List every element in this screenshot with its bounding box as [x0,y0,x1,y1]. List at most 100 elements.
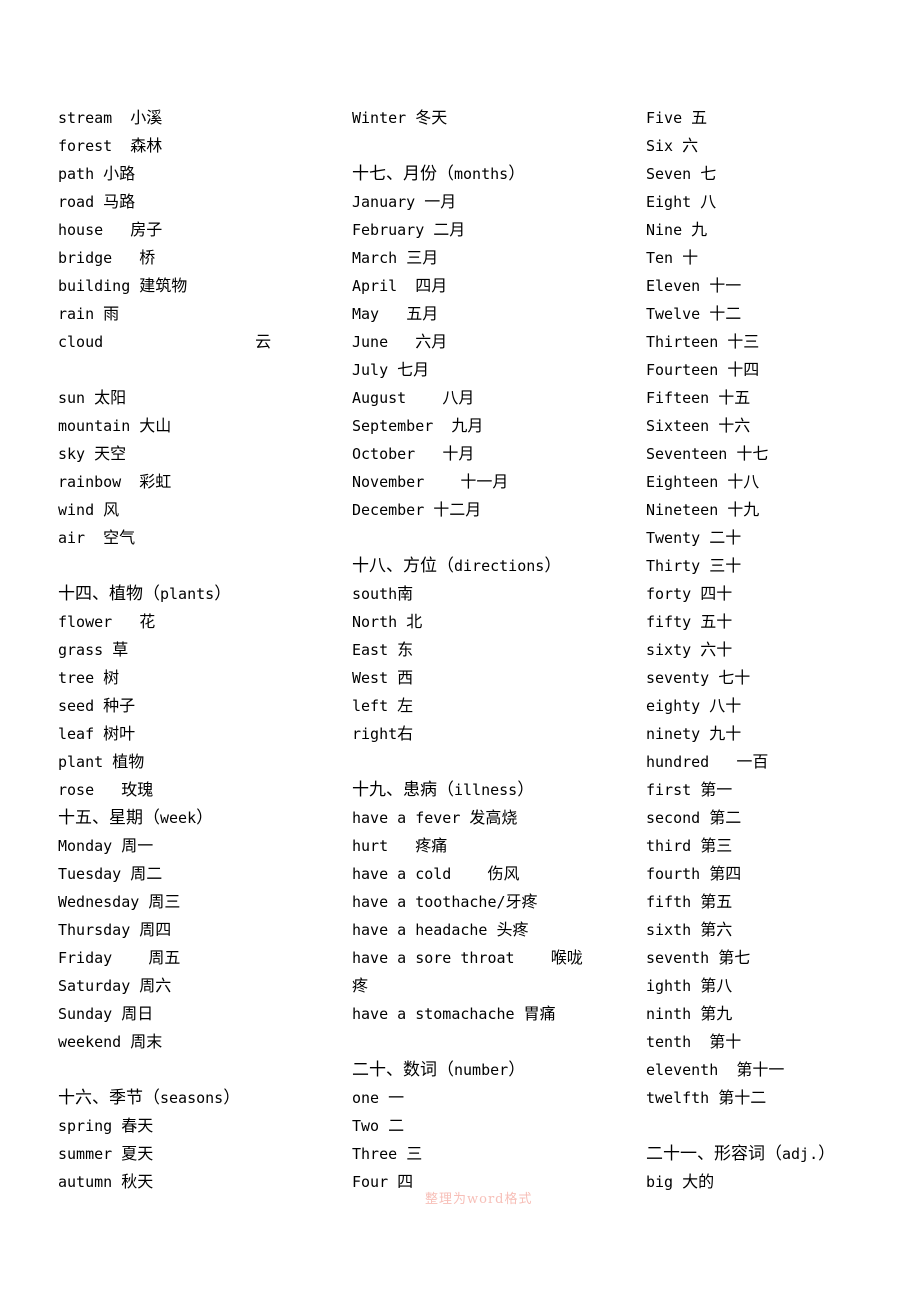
vocab-entry: big 大的 [646,1168,918,1196]
vocab-gap [718,333,727,351]
vocab-gap [94,725,103,743]
vocab-translation: 第十 [709,1032,742,1051]
vocab-translation: 周三 [148,892,181,911]
vocab-entry: West 西 [352,664,646,692]
vocab-term-en: Nineteen [646,501,719,519]
vocab-entry: forty 四十 [646,580,918,608]
vocab-entry: Five 五 [646,104,918,132]
vocab-gap [112,949,148,967]
vocab-translation-wrapper: 云 [103,328,271,356]
vocab-term-en: first [646,781,692,799]
vocab-translation: 房子 [130,220,163,239]
vocab-term-en: rain [58,305,95,323]
section-heading-en: number [454,1061,509,1079]
vocab-term-en: seventh [646,949,710,967]
vocab-translation: 建筑物 [139,276,188,295]
vocab-gap [94,501,103,519]
vocab-gap [397,613,406,631]
vocab-term-en: wind [58,501,95,519]
vocab-entry: Friday 周五 [58,944,352,972]
vocab-term-en: Five [646,109,683,127]
vocab-translation: 七月 [397,360,430,379]
vocab-gap [130,277,139,295]
vocab-entry: Seven 七 [646,160,918,188]
document-page: stream 小溪 forest 森林 path 小路 road 马路 house 房子… [0,0,920,1302]
vocab-gap [379,1117,388,1135]
vocab-gap [682,109,691,127]
vocab-translation: 彩虹 [139,472,172,491]
section-heading-cn-prefix: 十九、患病（ [352,780,454,800]
vocab-entry: hundred 一百 [646,748,918,776]
vocab-gap [691,641,700,659]
vocab-term-en: eighty [646,697,701,715]
vocab-term-en: ninety [646,725,701,743]
vocab-term-en: third [646,837,692,855]
vocab-term-en: Friday [58,949,113,967]
section-heading-cn-prefix: 十七、月份（ [352,164,454,184]
vocab-translation: 十月 [442,444,475,463]
vocab-entry: first 第一 [646,776,918,804]
vocab-translation: 四 [397,1172,414,1191]
vocab-entry: have a stomachache 胃痛 [352,1000,646,1028]
vocab-translation: 十二月 [433,500,482,519]
vocab-translation: 五月 [406,304,439,323]
vocab-gap [673,249,682,267]
vocab-entry: rose 玫瑰 [58,776,352,804]
section-heading-cn-suffix: ） [508,164,526,184]
vocab-translation: 第二 [709,808,742,827]
vocab-gap [112,109,130,127]
vocab-entry: mountain 大山 [58,412,352,440]
vocab-translation: 种子 [103,696,136,715]
section-heading-en: directions [454,557,545,575]
page-watermark: 整理为word格式 [425,1192,533,1207]
vocab-translation: 三月 [406,248,439,267]
section-heading-en: plants [160,585,215,603]
vocab-term-en: Four [352,1173,389,1191]
vocab-entry: Seventeen 十七 [646,440,918,468]
vocab-gap [433,417,451,435]
vocab-translation: 树 [103,668,120,687]
section-heading-cn-suffix: ） [223,1088,241,1108]
vocab-term-en: ighth [646,977,692,995]
vocab-entry: stream 小溪 [58,104,352,132]
vocab-entry: building 建筑物 [58,272,352,300]
vocab-entry: seventy 七十 [646,664,918,692]
vocab-term-en: East [352,641,389,659]
vocab-translation: 一月 [424,192,457,211]
vocab-term-en: North [352,613,398,631]
vocab-term-en: March [352,249,398,267]
vocab-translation: 十九 [727,500,760,519]
vocab-term-en: left [352,697,389,715]
section-heading: 二十、数词（number） [352,1056,646,1084]
vocab-translation: 第四 [709,864,742,883]
vocab-gap [673,1173,682,1191]
vocab-gap [112,837,121,855]
vocab-translation: 六 [682,136,699,155]
vocab-gap [700,725,709,743]
vocab-translation: 花 [139,612,156,631]
vocab-translation: 十二 [709,304,742,323]
vocab-translation: 十 [682,248,699,267]
vocab-entry: Saturday 周六 [58,972,352,1000]
vocab-gap [406,389,442,407]
vocab-translation: 东 [397,640,414,659]
section-heading-cn-suffix: ） [517,780,535,800]
section-heading: 十四、植物（plants） [58,580,352,608]
vocab-term-en: forest [58,137,113,155]
vocab-gap [379,1089,388,1107]
vocab-gap [388,1173,397,1191]
vocab-entry: ighth 第八 [646,972,918,1000]
vocab-translation: 八 [700,192,717,211]
vocab-translation: 疼痛 [415,836,448,855]
section-heading-cn-prefix: 二十一、形容词（ [646,1144,782,1164]
vocab-entry: path 小路 [58,160,352,188]
vocab-term-en: one [352,1089,380,1107]
vocab-term-en: Nine [646,221,683,239]
vocab-gap [709,1089,718,1107]
vocab-gap [515,1005,524,1023]
vocab-translation: 五十 [700,612,733,631]
vocab-translation: 九月 [451,416,484,435]
vocab-term-en: Sunday [58,1005,113,1023]
vocab-translation: 第九 [700,1004,733,1023]
